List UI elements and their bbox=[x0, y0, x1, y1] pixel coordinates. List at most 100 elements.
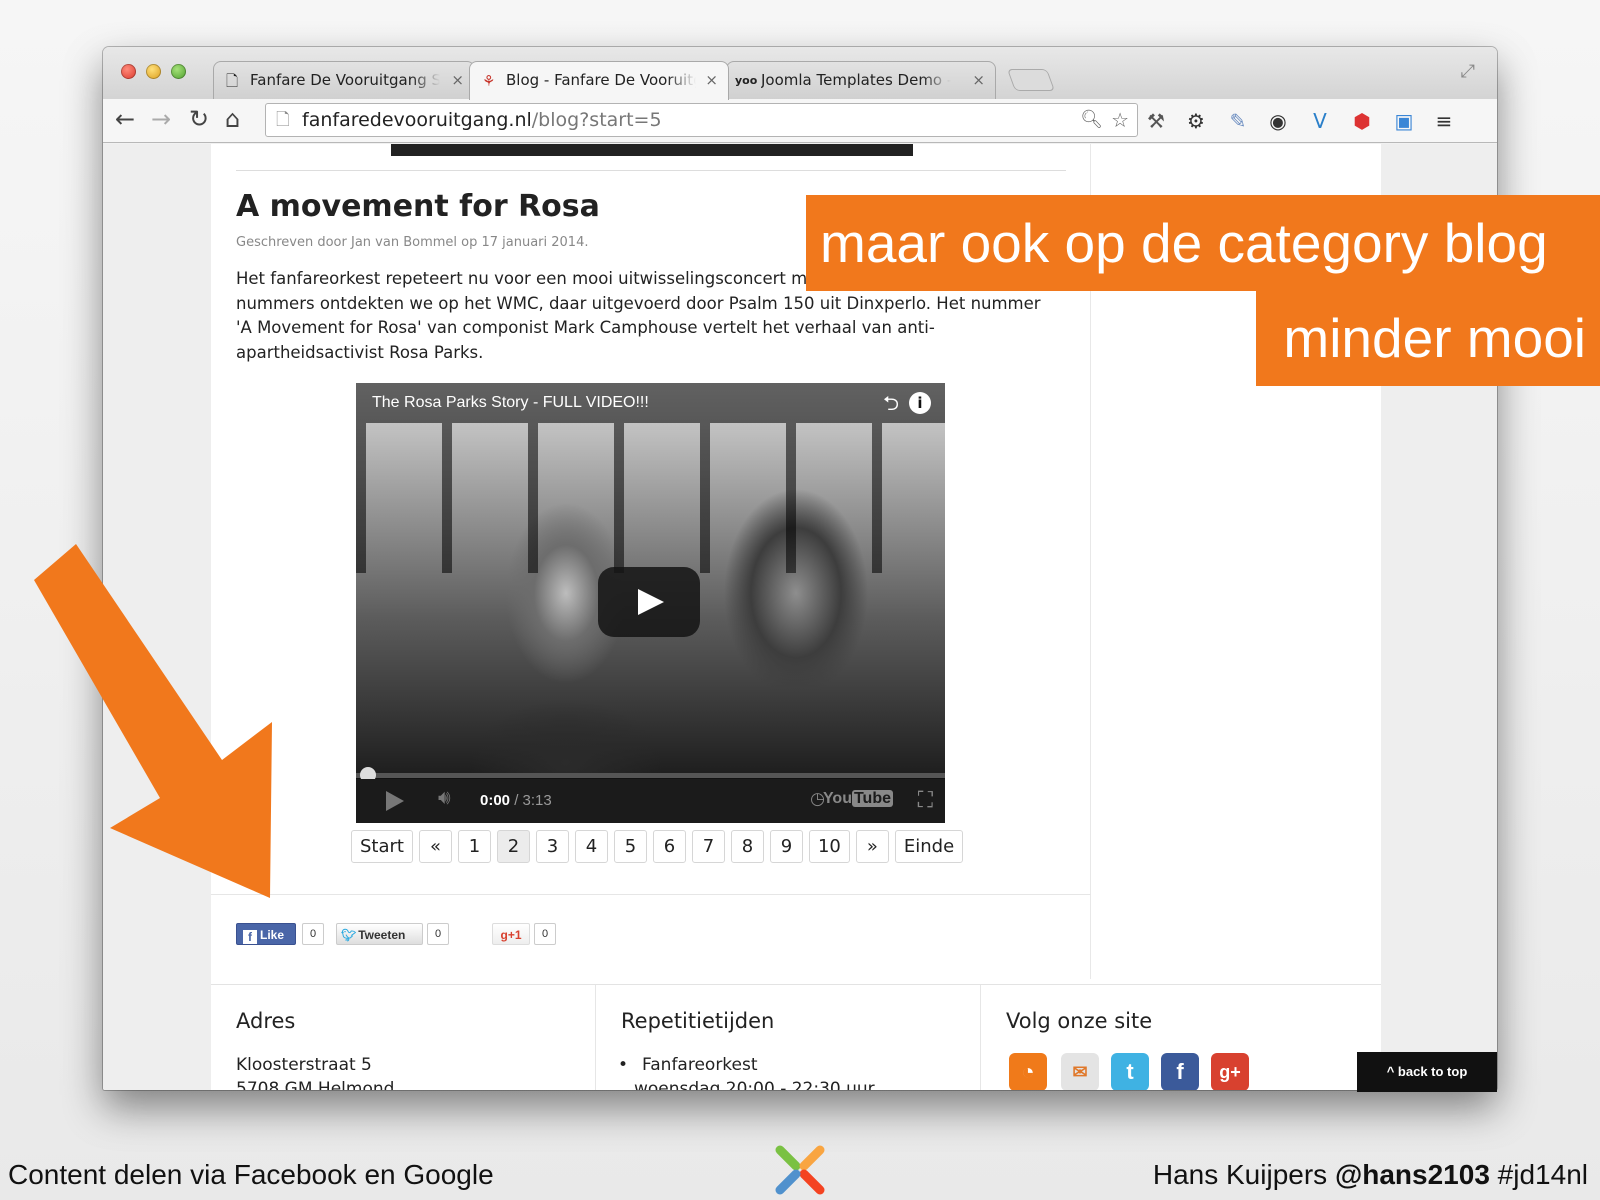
pagination-item[interactable]: 7 bbox=[691, 830, 725, 863]
footer-follow-title: Volg onze site bbox=[1006, 1009, 1153, 1033]
pagination-item[interactable]: Einde bbox=[894, 830, 964, 863]
footer-address: Adres Kloosterstraat 5 5708 GM Helmond bbox=[211, 985, 596, 1090]
home-icon[interactable]: ⌂ bbox=[225, 105, 240, 133]
slide-author: Hans Kuijpers @hans2103 #jd14nl bbox=[1153, 1159, 1588, 1191]
arrow-shape bbox=[34, 544, 272, 898]
extension-icon[interactable]: ▣ bbox=[1391, 108, 1417, 134]
youtube-embed[interactable]: The Rosa Parks Story - FULL VIDEO!!! ⮌ i… bbox=[356, 383, 945, 823]
fullscreen-icon[interactable]: ⛶ bbox=[918, 787, 933, 813]
fullscreen-icon[interactable]: ⤢ bbox=[1461, 61, 1475, 82]
video-title-bar: The Rosa Parks Story - FULL VIDEO!!! bbox=[356, 383, 945, 423]
play-button[interactable] bbox=[598, 567, 700, 637]
fanfare-logo-icon: ⚘ bbox=[482, 72, 496, 90]
address-street: Kloosterstraat 5 bbox=[236, 1055, 372, 1075]
time-current: 0:00 bbox=[480, 792, 511, 809]
bookmark-star-icon[interactable]: ☆ bbox=[1111, 104, 1129, 136]
volume-icon[interactable]: 🔊︎ bbox=[438, 787, 451, 810]
pointer-arrow bbox=[34, 544, 272, 898]
google-plus-label: +1 bbox=[507, 928, 522, 942]
article-title[interactable]: A movement for Rosa bbox=[236, 189, 600, 224]
yoo-logo-icon: yoo bbox=[735, 74, 758, 87]
play-icon[interactable] bbox=[386, 791, 404, 811]
divider bbox=[211, 894, 1091, 895]
callout-line-2: minder mooi bbox=[1256, 291, 1600, 386]
address-city: 5708 GM Helmond bbox=[236, 1079, 395, 1090]
new-tab-button[interactable] bbox=[1006, 69, 1056, 91]
reload-icon[interactable]: ↻ bbox=[189, 105, 209, 133]
pagination-item[interactable]: 4 bbox=[574, 830, 608, 863]
search-icon[interactable]: 🔍︎ bbox=[1080, 104, 1103, 136]
pagination-item[interactable]: 6 bbox=[652, 830, 686, 863]
pagination-item[interactable]: » bbox=[855, 830, 889, 863]
color-wheel-icon[interactable]: ◉ bbox=[1265, 108, 1291, 134]
rss-icon[interactable]: ◔ bbox=[1009, 1053, 1047, 1090]
share-icon[interactable]: ⮌ bbox=[883, 383, 899, 423]
browser-titlebar: 🗋 Fanfare De Vooruitgang St × ⚘ Blog - F… bbox=[103, 47, 1497, 100]
browser-toolbar: ← → ↻ ⌂ 🗋 fanfaredevooruitgang.nl/blog?s… bbox=[103, 99, 1497, 143]
vimeo-icon[interactable]: V bbox=[1307, 108, 1333, 134]
gear-icon[interactable]: ⚙ bbox=[1183, 108, 1209, 134]
url-domain: fanfaredevooruitgang.nl bbox=[302, 109, 532, 131]
close-tab-icon[interactable]: × bbox=[451, 62, 464, 99]
twitter-icon[interactable]: t bbox=[1111, 1053, 1149, 1090]
tweet-button[interactable]: 🐦︎ Tweeten bbox=[336, 923, 423, 945]
wrench-icon[interactable]: ⚒ bbox=[1143, 108, 1169, 134]
eyedropper-icon[interactable]: ✎ bbox=[1225, 108, 1251, 134]
mail-icon[interactable]: ✉ bbox=[1061, 1053, 1099, 1090]
minimize-window-button[interactable] bbox=[146, 64, 161, 79]
rehearsal-name: Fanfareorkest bbox=[642, 1055, 758, 1075]
tab-joomla-templates[interactable]: yoo Joomla Templates Demo - × bbox=[726, 61, 996, 100]
video-title[interactable]: The Rosa Parks Story - FULL VIDEO!!! bbox=[372, 394, 649, 411]
google-plus-one-button[interactable]: g+1 bbox=[492, 923, 530, 945]
pagination-item[interactable]: 8 bbox=[730, 830, 764, 863]
pagination-item: 2 bbox=[496, 830, 530, 863]
facebook-like-count: 0 bbox=[302, 923, 324, 945]
joomla-logo-icon bbox=[775, 1145, 825, 1195]
author-handle: @hans2103 bbox=[1334, 1159, 1490, 1190]
back-arrow-icon[interactable]: ← bbox=[115, 105, 135, 133]
close-tab-icon[interactable]: × bbox=[972, 62, 985, 99]
back-to-top-button[interactable]: ^ back to top bbox=[1357, 1052, 1497, 1092]
article-meta: Geschreven door Jan van Bommel op 17 jan… bbox=[236, 235, 589, 250]
close-window-button[interactable] bbox=[121, 64, 136, 79]
tab-fanfare-home[interactable]: 🗋 Fanfare De Vooruitgang St × bbox=[213, 61, 475, 100]
address-bar[interactable]: 🗋 fanfaredevooruitgang.nl/blog?start=5 🔍… bbox=[265, 103, 1138, 137]
site-footer: Adres Kloosterstraat 5 5708 GM Helmond R… bbox=[211, 984, 1381, 1090]
google-plus-icon[interactable]: g+ bbox=[1211, 1053, 1249, 1090]
footer-follow: Volg onze site ◔ ✉ t f g+ bbox=[981, 985, 1381, 1090]
menu-icon[interactable]: ≡ bbox=[1431, 108, 1457, 134]
youtube-logo-icon[interactable]: You Tube bbox=[823, 790, 893, 808]
tweet-label: Tweeten bbox=[358, 928, 406, 942]
forward-arrow-icon[interactable]: → bbox=[151, 105, 171, 133]
close-tab-icon[interactable]: × bbox=[705, 62, 718, 99]
pagination-item[interactable]: 3 bbox=[535, 830, 569, 863]
twitter-bird-icon: 🐦︎ bbox=[341, 928, 357, 942]
zoom-window-button[interactable] bbox=[171, 64, 186, 79]
pagination-item[interactable]: Start bbox=[351, 830, 413, 863]
callout-line-1: maar ook op de category blog bbox=[806, 195, 1600, 291]
tab-title: Joomla Templates Demo - bbox=[761, 71, 951, 89]
video-progress-bar[interactable] bbox=[356, 773, 945, 778]
pagination-item[interactable]: « bbox=[418, 830, 452, 863]
info-icon[interactable]: i bbox=[909, 392, 931, 414]
pagination-item[interactable]: 10 bbox=[808, 830, 850, 863]
author-hashtag: #jd14nl bbox=[1489, 1159, 1588, 1190]
facebook-icon: f bbox=[243, 930, 257, 944]
page-icon: 🗋 bbox=[226, 72, 239, 90]
video-thumbnail-windows bbox=[356, 423, 945, 573]
pagination-item[interactable]: 9 bbox=[769, 830, 803, 863]
page-icon: 🗋 bbox=[276, 110, 290, 130]
divider bbox=[236, 170, 1066, 171]
adblock-icon[interactable]: ⬢ bbox=[1349, 108, 1375, 134]
facebook-like-button[interactable]: f Like bbox=[236, 923, 296, 945]
list-item: Fanfareorkest woensdag 20:00 - 22:30 uur bbox=[616, 1053, 875, 1090]
pagination-item[interactable]: 5 bbox=[613, 830, 647, 863]
footer-rehearsals: Repetitietijden Fanfareorkest woensdag 20… bbox=[596, 985, 981, 1090]
author-name: Hans Kuijpers bbox=[1152, 1159, 1335, 1190]
slide-caption: Content delen via Facebook en Google bbox=[8, 1159, 494, 1190]
url-path: /blog?start=5 bbox=[531, 109, 662, 131]
tab-blog[interactable]: ⚘ Blog - Fanfare De Vooruitg × bbox=[469, 61, 729, 100]
facebook-icon[interactable]: f bbox=[1161, 1053, 1199, 1090]
google-plus-icon: g bbox=[500, 928, 508, 942]
pagination-item[interactable]: 1 bbox=[457, 830, 491, 863]
